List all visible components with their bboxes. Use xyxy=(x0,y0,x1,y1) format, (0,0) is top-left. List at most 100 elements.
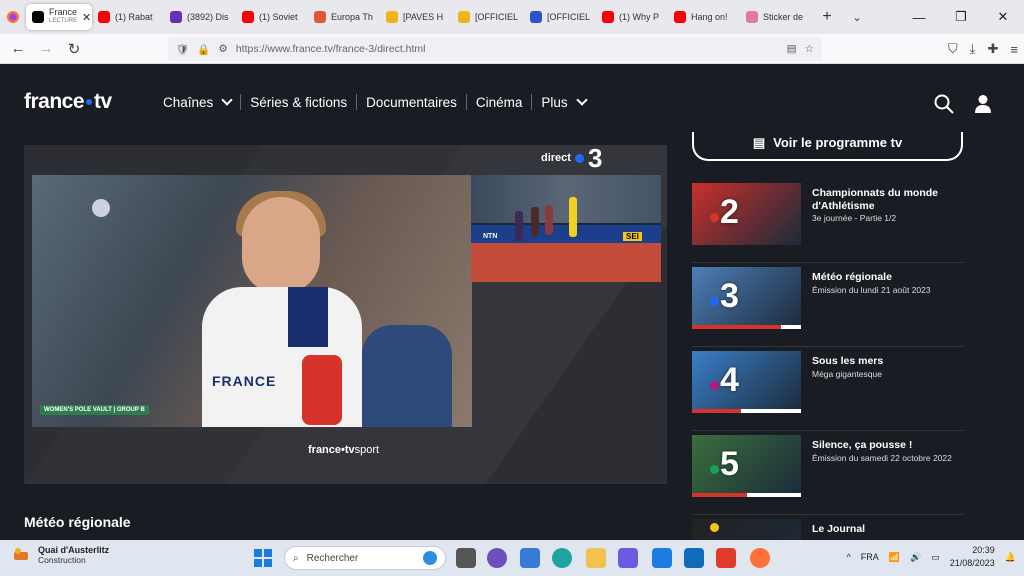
forward-arrow-icon[interactable]: → xyxy=(32,40,60,57)
restore-button[interactable]: ❐ xyxy=(940,9,982,25)
main-video-feed[interactable]: FRANCE xyxy=(32,175,472,427)
battery-icon[interactable]: ▭ xyxy=(931,552,940,563)
emoji-icon xyxy=(386,11,398,23)
nav-item[interactable]: Cinéma xyxy=(467,95,532,110)
app-blue-icon[interactable] xyxy=(652,548,672,568)
channel-list-item[interactable]: Le Journal xyxy=(692,519,963,540)
channel-program-title[interactable]: Météo régionale xyxy=(812,271,962,284)
browser-tab[interactable]: [OFFICIEL xyxy=(452,4,524,30)
taskbar-search-input[interactable]: ⌕ Rechercher xyxy=(284,546,446,570)
url-text[interactable]: https://www.france.tv/france-3/direct.ht… xyxy=(236,43,779,55)
language-indicator[interactable]: FRA xyxy=(861,552,879,562)
channel-dot-icon xyxy=(710,213,719,222)
browser-tab[interactable]: [OFFICIEL xyxy=(524,4,596,30)
channel-list-item[interactable]: 5 Silence, ça pousse ! Émission du samedi … xyxy=(692,435,963,515)
nav-item[interactable]: Chaînes xyxy=(154,94,240,110)
downloads-icon[interactable]: ⤓ xyxy=(970,41,976,57)
tab-label: Sticker de xyxy=(763,12,804,22)
tab-label: (1) Rabat xyxy=(115,12,153,22)
user-account-icon[interactable] xyxy=(974,94,992,114)
app-menu-icon[interactable]: ≡ xyxy=(1010,42,1018,57)
start-windows-icon[interactable] xyxy=(254,549,272,567)
browser-tab[interactable]: [PAVES H xyxy=(380,4,452,30)
calendar-icon: ▤ xyxy=(752,134,766,150)
france-tv-sport-logo: france•tvsport xyxy=(308,444,380,456)
tab-label: (1) Soviet xyxy=(259,12,298,22)
notification-bell-icon[interactable]: 🔔 xyxy=(1005,552,1016,563)
permissions-icon[interactable]: ⚙ xyxy=(218,43,227,55)
pocket-icon[interactable]: ⛉ xyxy=(948,41,958,57)
search-icon[interactable] xyxy=(934,94,954,114)
list-tabs-chevron-icon[interactable]: ⌄ xyxy=(842,11,872,24)
task-view-icon[interactable] xyxy=(456,548,476,568)
edge-icon[interactable] xyxy=(552,548,572,568)
channel-thumbnail[interactable] xyxy=(692,519,801,540)
nav-item[interactable]: Documentaires xyxy=(357,95,466,110)
firefox-menu-icon[interactable] xyxy=(0,10,26,24)
new-tab-button[interactable]: + xyxy=(812,8,842,26)
clock[interactable]: 20:39 21/08/2023 xyxy=(950,544,995,570)
browser-tab[interactable]: Hang on! xyxy=(668,4,740,30)
channel-thumbnail[interactable]: 2 xyxy=(692,183,801,245)
channel-dot-icon xyxy=(574,153,584,163)
channel-dot-icon xyxy=(710,523,719,532)
bookmark-star-icon[interactable]: ☆ xyxy=(805,43,814,55)
france-tv-logo[interactable]: france tv xyxy=(24,90,112,114)
reload-icon[interactable]: ↻ xyxy=(60,40,88,58)
firefox-taskbar-icon[interactable] xyxy=(750,548,770,568)
progress-bar xyxy=(692,493,747,497)
tab-label: Hang on! xyxy=(691,12,728,22)
channel-program-title[interactable]: Championnats du monde d'Athlétisme xyxy=(812,187,962,213)
browser-tab[interactable]: Sticker de xyxy=(740,4,812,30)
channel-thumbnail[interactable]: 3 xyxy=(692,267,801,329)
channel-program-subtitle: Émission du lundi 21 août 2023 xyxy=(812,285,931,295)
lock-icon[interactable]: 🔒 xyxy=(197,43,210,56)
channel-program-title[interactable]: Silence, ça pousse ! xyxy=(812,439,962,452)
file-explorer-icon[interactable] xyxy=(586,548,606,568)
shield-icon[interactable]: 🛡 xyxy=(176,43,189,56)
teams-chat-icon[interactable] xyxy=(487,548,507,568)
wifi-icon[interactable]: 📶 xyxy=(889,552,900,563)
channel-list-item[interactable]: 4 Sous les mers Méga gigantesque xyxy=(692,351,963,431)
lower-third-caption: WOMEN'S POLE VAULT | GROUP B xyxy=(40,405,149,415)
browser-tab[interactable]: (1) Rabat xyxy=(92,4,164,30)
channel-thumbnail[interactable]: 5 xyxy=(692,435,801,497)
nav-item[interactable]: Séries & fictions xyxy=(241,95,356,110)
channel-program-title[interactable]: Sous les mers xyxy=(812,355,962,368)
extensions-icon[interactable]: ✚ xyxy=(988,41,999,57)
nav-item[interactable]: Plus xyxy=(532,94,594,110)
direct-3-badge: direct 3 xyxy=(541,143,603,173)
browser-tab[interactable]: (1) Soviet xyxy=(236,4,308,30)
mail-icon[interactable] xyxy=(684,548,704,568)
channel-program-title[interactable]: Le Journal xyxy=(812,523,962,536)
picture-in-picture-feed[interactable]: NTN SEI xyxy=(471,175,661,282)
volume-icon[interactable]: 🔊 xyxy=(910,552,921,563)
youtube-icon xyxy=(674,11,686,23)
store-icon[interactable] xyxy=(520,548,540,568)
channel-list-item[interactable]: 3 Météo régionale Émission du lundi 21 aoû… xyxy=(692,267,963,347)
copilot-icon[interactable] xyxy=(618,548,638,568)
traffic-icon xyxy=(14,548,28,560)
channel-list-item[interactable]: 2 Championnats du monde d'Athlétisme 3e jo… xyxy=(692,183,963,263)
main-nav: Chaînes Séries & fictions Documentaires Cin… xyxy=(154,94,595,110)
close-tab-icon[interactable]: ✕ xyxy=(82,11,91,24)
browser-tab[interactable]: (1) Why P xyxy=(596,4,668,30)
program-tv-button[interactable]: ▤ Voir le programme tv xyxy=(692,132,963,161)
channel-thumbnail[interactable]: 4 xyxy=(692,351,801,413)
tab-sublabel: LECTURE xyxy=(49,18,78,24)
tab-label: [PAVES H xyxy=(403,12,444,22)
back-arrow-icon[interactable]: ← xyxy=(4,40,32,57)
browser-tab[interactable]: Europa Th xyxy=(308,4,380,30)
browser-tab[interactable]: France LECTURE ✕ xyxy=(26,4,92,30)
close-window-button[interactable]: ✕ xyxy=(982,9,1024,25)
browser-tab[interactable]: (3892) Dis xyxy=(164,4,236,30)
url-bar[interactable]: 🛡 🔒 ⚙ https://www.france.tv/france-3/dir… xyxy=(168,37,822,61)
windows-taskbar: Quai d'Austerlitz Construction ⌕ Recherc… xyxy=(0,540,1024,576)
tlc-icon[interactable] xyxy=(716,548,736,568)
radio-icon xyxy=(314,11,326,23)
tray-chevron-icon[interactable]: ^ xyxy=(847,552,851,562)
minimize-button[interactable]: — xyxy=(898,10,940,25)
reader-view-icon[interactable]: ▤ xyxy=(787,43,797,55)
tab-label: France xyxy=(49,7,78,17)
weather-widget[interactable]: Quai d'Austerlitz Construction xyxy=(12,545,109,565)
